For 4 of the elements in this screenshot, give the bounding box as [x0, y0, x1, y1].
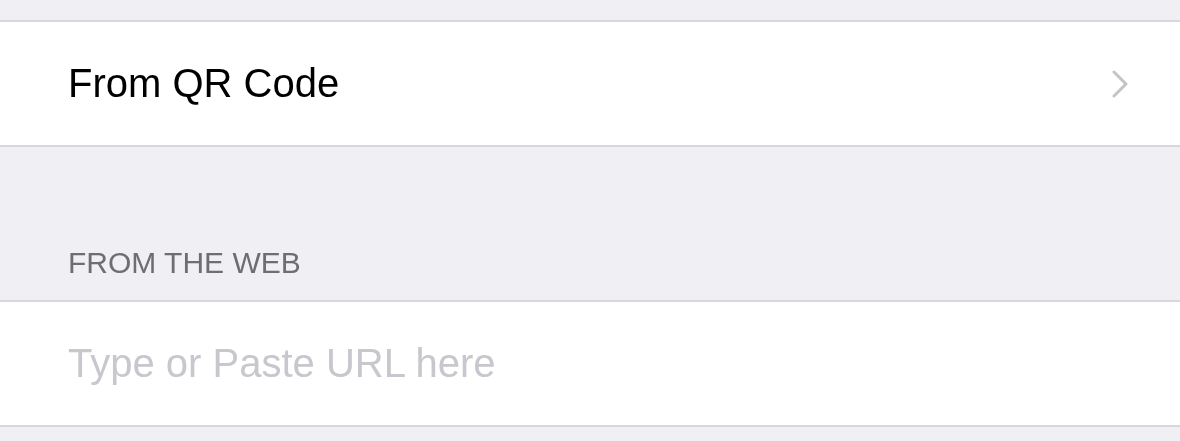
section-header: FROM THE WEB [68, 246, 301, 280]
row-label: From QR Code [68, 61, 340, 106]
chevron-icon [1112, 69, 1128, 98]
list-row[interactable]: From QR Code [0, 22, 1180, 147]
